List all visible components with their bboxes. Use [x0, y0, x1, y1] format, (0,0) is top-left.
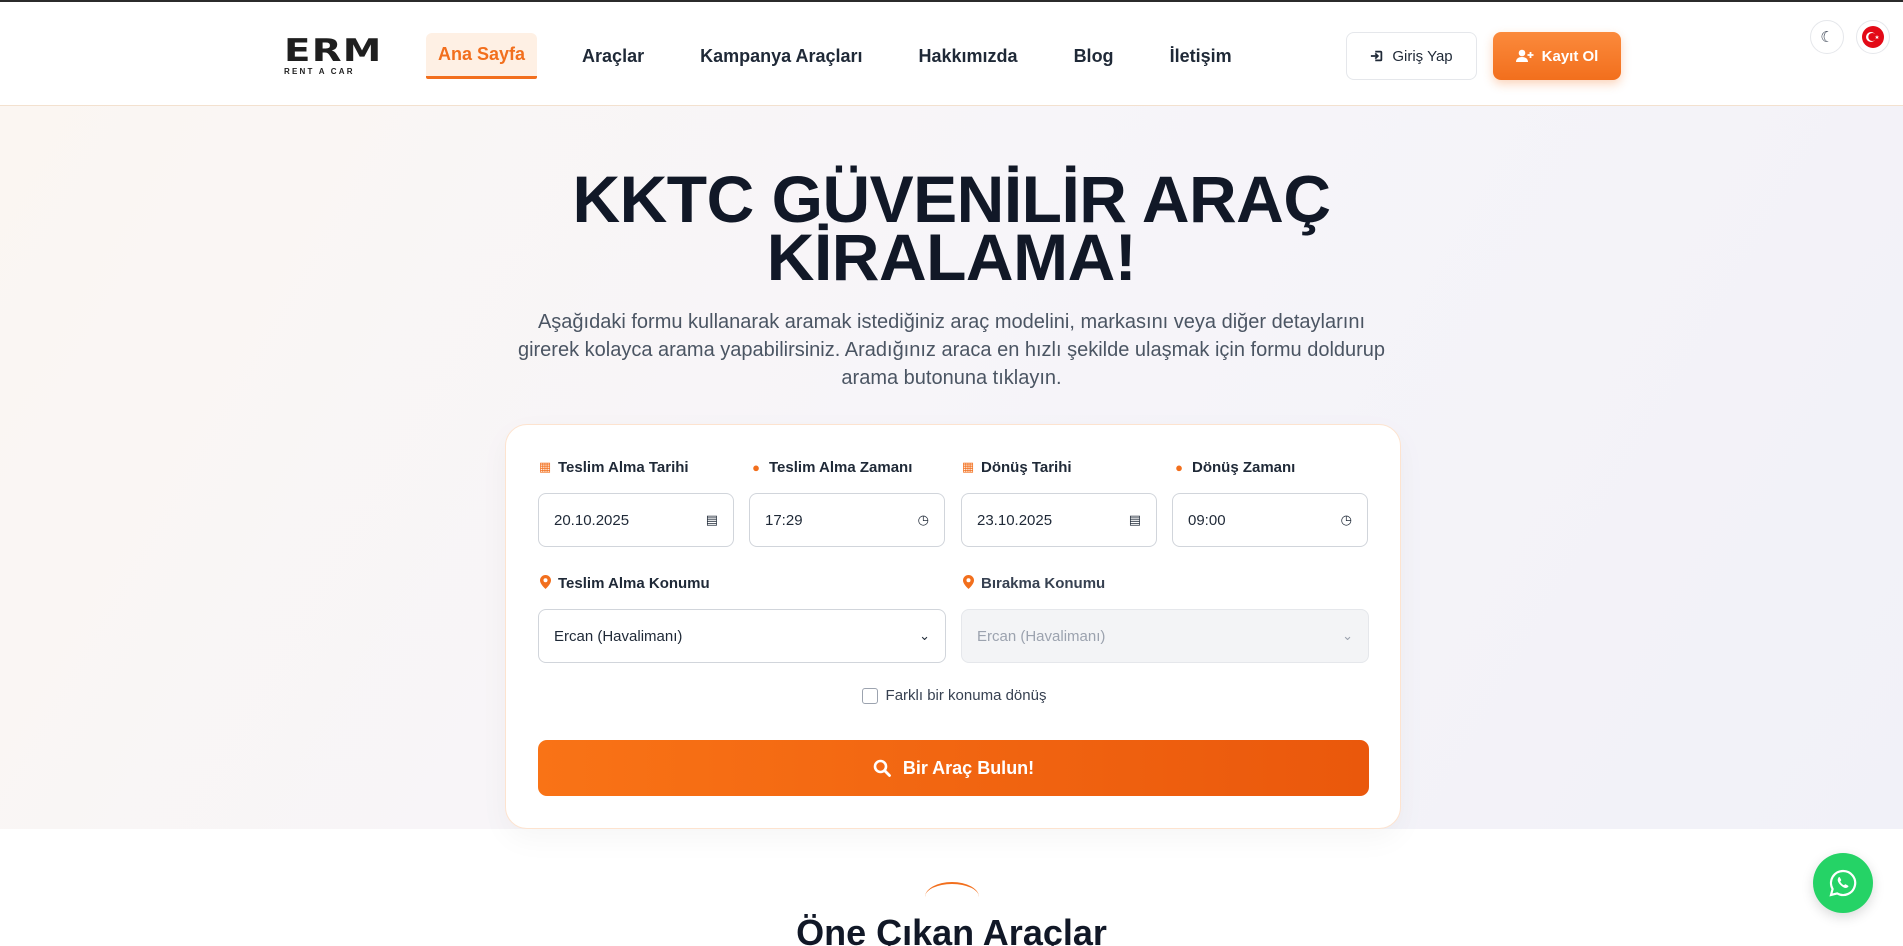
login-icon — [1371, 50, 1383, 62]
language-switcher[interactable] — [1856, 20, 1890, 54]
clock-picker-icon[interactable]: ◷ — [1341, 512, 1352, 528]
map-pin-icon — [961, 574, 975, 592]
pickup-location-select[interactable]: Ercan (Havalimanı) ⌄ — [538, 609, 946, 663]
find-car-button[interactable]: Bir Araç Bulun! — [538, 740, 1369, 796]
nav-home[interactable]: Ana Sayfa — [426, 33, 538, 79]
return-time-label-row: ● Dönüş Zamanı — [1172, 457, 1368, 477]
return-time-label: Dönüş Zamanı — [1192, 458, 1296, 476]
return-time-field: ● Dönüş Zamanı 09:00 ◷ — [1172, 457, 1368, 547]
dropoff-location-label-row: Bırakma Konumu — [961, 573, 1369, 593]
calendar-picker-icon[interactable]: ▤ — [1129, 512, 1141, 528]
main-nav: Ana Sayfa Araçlar Kampanya Araçları Hakk… — [426, 32, 1276, 80]
return-time-value: 09:00 — [1188, 511, 1226, 529]
hero-title-line2: KİRALAMA! — [766, 220, 1137, 294]
pickup-date-input[interactable]: 20.10.2025 ▤ — [538, 493, 734, 547]
section-decoration — [925, 882, 979, 912]
clock-icon: ● — [752, 459, 760, 475]
return-date-label: Dönüş Tarihi — [981, 458, 1072, 476]
nav-campaign-cars[interactable]: Kampanya Araçları — [688, 33, 874, 79]
return-date-input[interactable]: 23.10.2025 ▤ — [961, 493, 1157, 547]
hero-description: Aşağıdaki formu kullanarak aramak istedi… — [517, 311, 1386, 389]
login-label: Giriş Yap — [1392, 47, 1453, 65]
return-date-value: 23.10.2025 — [977, 511, 1053, 529]
different-return-checkbox[interactable] — [861, 687, 878, 704]
pickup-location-label: Teslim Alma Konumu — [558, 574, 710, 592]
pickup-date-label-row: ▦ Teslim Alma Tarihi — [538, 457, 734, 477]
pickup-date-label: Teslim Alma Tarihi — [558, 458, 689, 476]
map-pin-icon — [538, 574, 552, 592]
pickup-date-field: ▦ Teslim Alma Tarihi 20.10.2025 ▤ — [538, 457, 734, 547]
pickup-date-value: 20.10.2025 — [554, 511, 630, 529]
different-return-label[interactable]: Farklı bir konuma dönüş — [886, 687, 1047, 704]
dropoff-location-select: Ercan (Havalimanı) ⌄ — [961, 609, 1369, 663]
site-header: ERM RENT A CAR Ana Sayfa Araçlar Kampany… — [0, 2, 1903, 106]
nav-about[interactable]: Hakkımızda — [907, 33, 1030, 79]
pickup-time-label-row: ● Teslim Alma Zamanı — [749, 457, 945, 477]
login-button[interactable]: Giriş Yap — [1346, 32, 1477, 80]
return-date-field: ▦ Dönüş Tarihi 23.10.2025 ▤ — [961, 457, 1157, 547]
moon-icon: ☾ — [1820, 29, 1834, 46]
chevron-down-icon: ⌄ — [919, 628, 930, 643]
pickup-time-label: Teslim Alma Zamanı — [769, 458, 913, 476]
pickup-time-input[interactable]: 17:29 ◷ — [749, 493, 945, 547]
turkish-flag-icon — [1862, 26, 1884, 48]
calendar-icon: ▦ — [961, 459, 975, 474]
pickup-location-field: Teslim Alma Konumu Ercan (Havalimanı) ⌄ — [538, 573, 946, 663]
return-time-input[interactable]: 09:00 ◷ — [1172, 493, 1368, 547]
pickup-time-field: ● Teslim Alma Zamanı 17:29 ◷ — [749, 457, 945, 547]
nav-blog[interactable]: Blog — [1062, 33, 1126, 79]
whatsapp-button[interactable] — [1813, 853, 1873, 913]
chevron-down-icon: ⌄ — [1342, 628, 1353, 643]
clock-icon: ● — [1175, 459, 1183, 475]
featured-cars-title: Öne Çıkan Araçlar — [796, 912, 1107, 946]
register-label: Kayıt Ol — [1541, 47, 1599, 65]
different-return-option: Farklı bir konuma dönüş — [506, 687, 1402, 704]
dark-mode-toggle[interactable]: ☾ — [1810, 20, 1844, 54]
logo-mark: ERM — [284, 33, 383, 69]
pickup-time-value: 17:29 — [765, 511, 803, 529]
find-car-label: Bir Araç Bulun! — [902, 757, 1035, 778]
pickup-location-label-row: Teslim Alma Konumu — [538, 573, 946, 593]
nav-cars[interactable]: Araçlar — [570, 33, 656, 79]
calendar-icon: ▦ — [538, 459, 552, 474]
dropoff-location-field: Bırakma Konumu Ercan (Havalimanı) ⌄ — [961, 573, 1369, 663]
return-date-label-row: ▦ Dönüş Tarihi — [961, 457, 1157, 477]
search-icon — [873, 759, 891, 777]
dropoff-location-label: Bırakma Konumu — [981, 574, 1106, 592]
calendar-picker-icon[interactable]: ▤ — [706, 512, 718, 528]
register-button[interactable]: Kayıt Ol — [1493, 32, 1621, 80]
nav-contact[interactable]: İletişim — [1158, 33, 1244, 79]
whatsapp-icon — [1829, 869, 1857, 897]
clock-picker-icon[interactable]: ◷ — [918, 512, 929, 528]
dropoff-location-value: Ercan (Havalimanı) — [977, 627, 1106, 645]
search-form: ▦ Teslim Alma Tarihi 20.10.2025 ▤ ● Tesl… — [505, 424, 1401, 829]
hero-title: KKTC GÜVENİLİR ARAÇ KİRALAMA! — [0, 166, 1903, 290]
pickup-location-value: Ercan (Havalimanı) — [554, 627, 683, 645]
erm-logo[interactable]: ERM RENT A CAR — [284, 36, 381, 77]
user-plus-icon — [1515, 49, 1534, 62]
